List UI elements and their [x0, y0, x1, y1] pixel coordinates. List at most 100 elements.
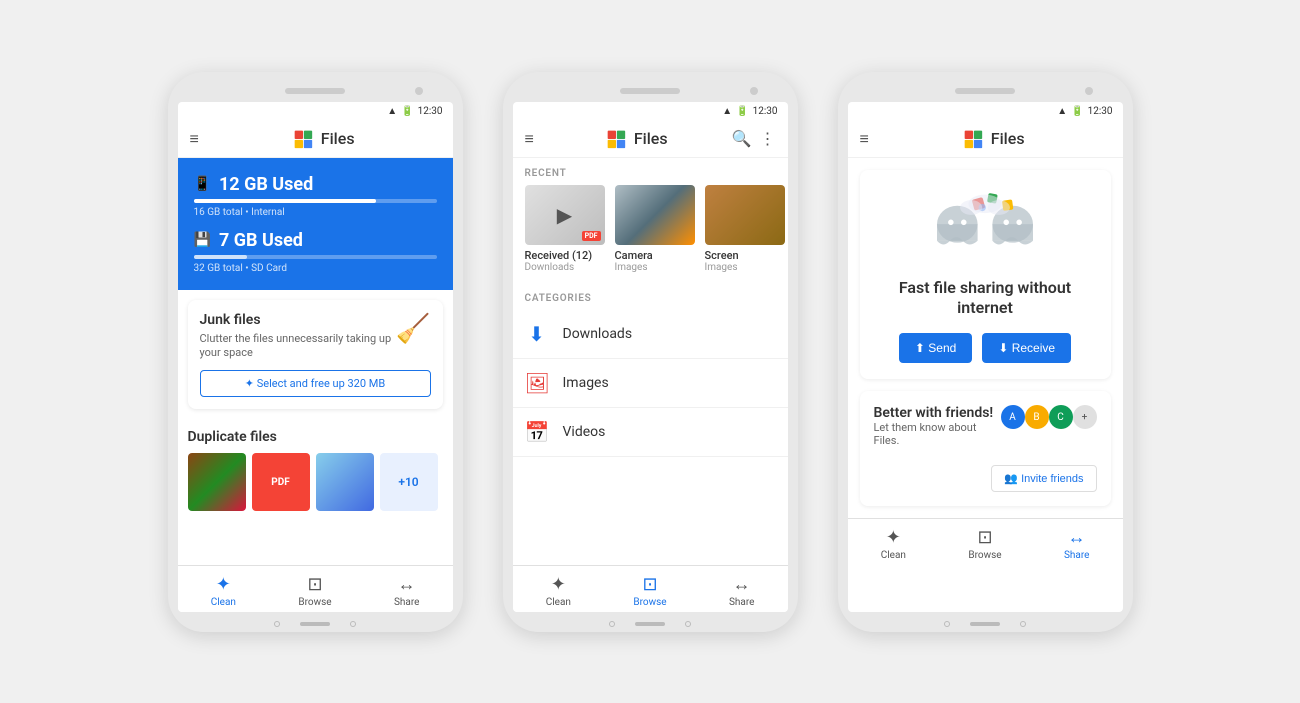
junk-emoji: 🧹 [396, 312, 431, 345]
files-logo-icon-3 [963, 129, 983, 149]
phone-screen-2: ▲ 🔋 12:30 ≡ Files 🔍 ⋮ [513, 102, 788, 612]
time-1: 12:30 [418, 106, 443, 117]
ghost-illustration [925, 186, 1045, 266]
phones-container: ▲ 🔋 12:30 ≡ Files [138, 42, 1163, 662]
phone-speaker-2 [620, 88, 680, 94]
thumb-photo [316, 453, 374, 511]
home-indicator-3 [970, 622, 1000, 626]
recent-label: RECENT [513, 158, 788, 185]
app-title-3: Files [991, 129, 1025, 148]
browse-icon-2: ⊡ [642, 574, 657, 595]
friends-info: Better with friends! Let them know about… [874, 405, 1001, 447]
app-logo-2: Files [542, 129, 732, 149]
storage-sd-fill [194, 255, 247, 259]
nav-dot-recent-3 [1020, 621, 1026, 627]
share-label-3: Share [1064, 550, 1089, 561]
nav-dot-back-3 [944, 621, 950, 627]
phone-camera-3 [1085, 87, 1093, 95]
clean-icon-2: ✦ [551, 574, 566, 595]
sharing-buttons: ⬆ Send ⬇ Receive [899, 333, 1071, 363]
more-icon-2[interactable]: ⋮ [760, 129, 776, 148]
hamburger-icon-2[interactable]: ≡ [525, 129, 534, 149]
junk-header: Junk files Clutter the files unnecessari… [200, 312, 431, 361]
app-logo-3: Files [877, 129, 1111, 149]
status-bar-3: ▲ 🔋 12:30 [848, 102, 1123, 121]
nav-clean-1[interactable]: ✦ Clean [178, 574, 270, 608]
share-label-2: Share [729, 597, 754, 608]
nav-share-3[interactable]: ↔ Share [1031, 527, 1123, 561]
storage-internal-bar [194, 199, 437, 203]
nav-browse-1[interactable]: ⊡ Browse [269, 574, 361, 608]
nav-clean-3[interactable]: ✦ Clean [848, 527, 940, 561]
recent-thumb-received: ▶ PDF [525, 185, 605, 245]
share-label-1: Share [394, 597, 419, 608]
recent-type-received: Downloads [525, 262, 605, 273]
downloads-icon: ⬇ [525, 322, 549, 346]
time-3: 12:30 [1088, 106, 1113, 117]
status-bar-2: ▲ 🔋 12:30 [513, 102, 788, 121]
avatar-plus: + [1073, 405, 1097, 429]
phone-1: ▲ 🔋 12:30 ≡ Files [168, 72, 463, 632]
phone-camera-2 [750, 87, 758, 95]
recent-name-received: Received (12) [525, 249, 605, 262]
category-videos[interactable]: 📅 Videos [513, 408, 788, 457]
header-icons-2: 🔍 ⋮ [732, 129, 776, 148]
phone-top-bar-1 [178, 88, 453, 94]
phone-top-bar-3 [848, 88, 1123, 94]
nav-share-1[interactable]: ↔ Share [361, 574, 453, 608]
friends-header: Better with friends! Let them know about… [874, 405, 1097, 447]
nav-dot-recent-2 [685, 621, 691, 627]
category-images[interactable]: 🖼 Images [513, 359, 788, 408]
bottom-nav-3: ✦ Clean ⊡ Browse ↔ Share [848, 518, 1123, 565]
app-header-2: ≡ Files 🔍 ⋮ [513, 121, 788, 158]
clean-icon-3: ✦ [886, 527, 901, 548]
junk-card: Junk files Clutter the files unnecessari… [188, 300, 443, 410]
phone-bottom-2 [513, 612, 788, 632]
storage-sd-used: 7 GB Used [219, 230, 303, 251]
nav-browse-3[interactable]: ⊡ Browse [939, 527, 1031, 561]
nav-share-2[interactable]: ↔ Share [696, 574, 788, 608]
phone-bottom-3 [848, 612, 1123, 632]
browse-label-2: Browse [633, 597, 666, 608]
clean-label-3: Clean [881, 550, 906, 561]
hamburger-icon-3[interactable]: ≡ [860, 129, 869, 149]
nav-dot-recent-1 [350, 621, 356, 627]
phone-screen-1: ▲ 🔋 12:30 ≡ Files [178, 102, 453, 612]
thumb-fruit [188, 453, 246, 511]
recent-item-camera[interactable]: Camera Images [615, 185, 695, 273]
phone-speaker-1 [285, 88, 345, 94]
select-free-button[interactable]: ✦ Select and free up 320 MB [200, 370, 431, 397]
downloads-label: Downloads [563, 326, 633, 342]
send-button[interactable]: ⬆ Send [899, 333, 972, 363]
duplicate-section: Duplicate files PDF +10 [178, 419, 453, 521]
friends-subtitle: Let them know about Files. [874, 421, 1001, 447]
storage-internal: 📱 12 GB Used 16 GB total • Internal [194, 174, 437, 218]
recent-item-screen[interactable]: Screen Images [705, 185, 785, 273]
junk-info: Junk files Clutter the files unnecessari… [200, 312, 396, 361]
app-title-1: Files [321, 129, 355, 148]
battery-icon-3: 🔋 [1071, 106, 1083, 117]
nav-browse-2[interactable]: ⊡ Browse [604, 574, 696, 608]
app-title-2: Files [634, 129, 668, 148]
duplicate-thumbs: PDF +10 [188, 453, 443, 511]
browse-label-3: Browse [968, 550, 1001, 561]
recent-scroll: ▶ PDF Received (12) Downloads Camera Ima… [513, 185, 788, 283]
images-icon: 🖼 [525, 371, 549, 395]
share-icon-1: ↔ [398, 574, 416, 595]
thumb-pdf: PDF [252, 453, 310, 511]
storage-internal-detail: 16 GB total • Internal [194, 207, 437, 218]
storage-sd-bar [194, 255, 437, 259]
browse-icon-3: ⊡ [977, 527, 992, 548]
recent-thumb-screen [705, 185, 785, 245]
recent-item-received[interactable]: ▶ PDF Received (12) Downloads [525, 185, 605, 273]
home-indicator-2 [635, 622, 665, 626]
friends-card: Better with friends! Let them know about… [860, 391, 1111, 506]
hamburger-icon-1[interactable]: ≡ [190, 129, 199, 149]
search-icon-2[interactable]: 🔍 [732, 129, 752, 148]
category-downloads[interactable]: ⬇ Downloads [513, 310, 788, 359]
friends-avatars: A B C + [1001, 405, 1097, 429]
nav-dot-back-2 [609, 621, 615, 627]
nav-clean-2[interactable]: ✦ Clean [513, 574, 605, 608]
receive-button[interactable]: ⬇ Receive [982, 333, 1071, 363]
invite-friends-button[interactable]: 👥 Invite friends [991, 465, 1096, 492]
